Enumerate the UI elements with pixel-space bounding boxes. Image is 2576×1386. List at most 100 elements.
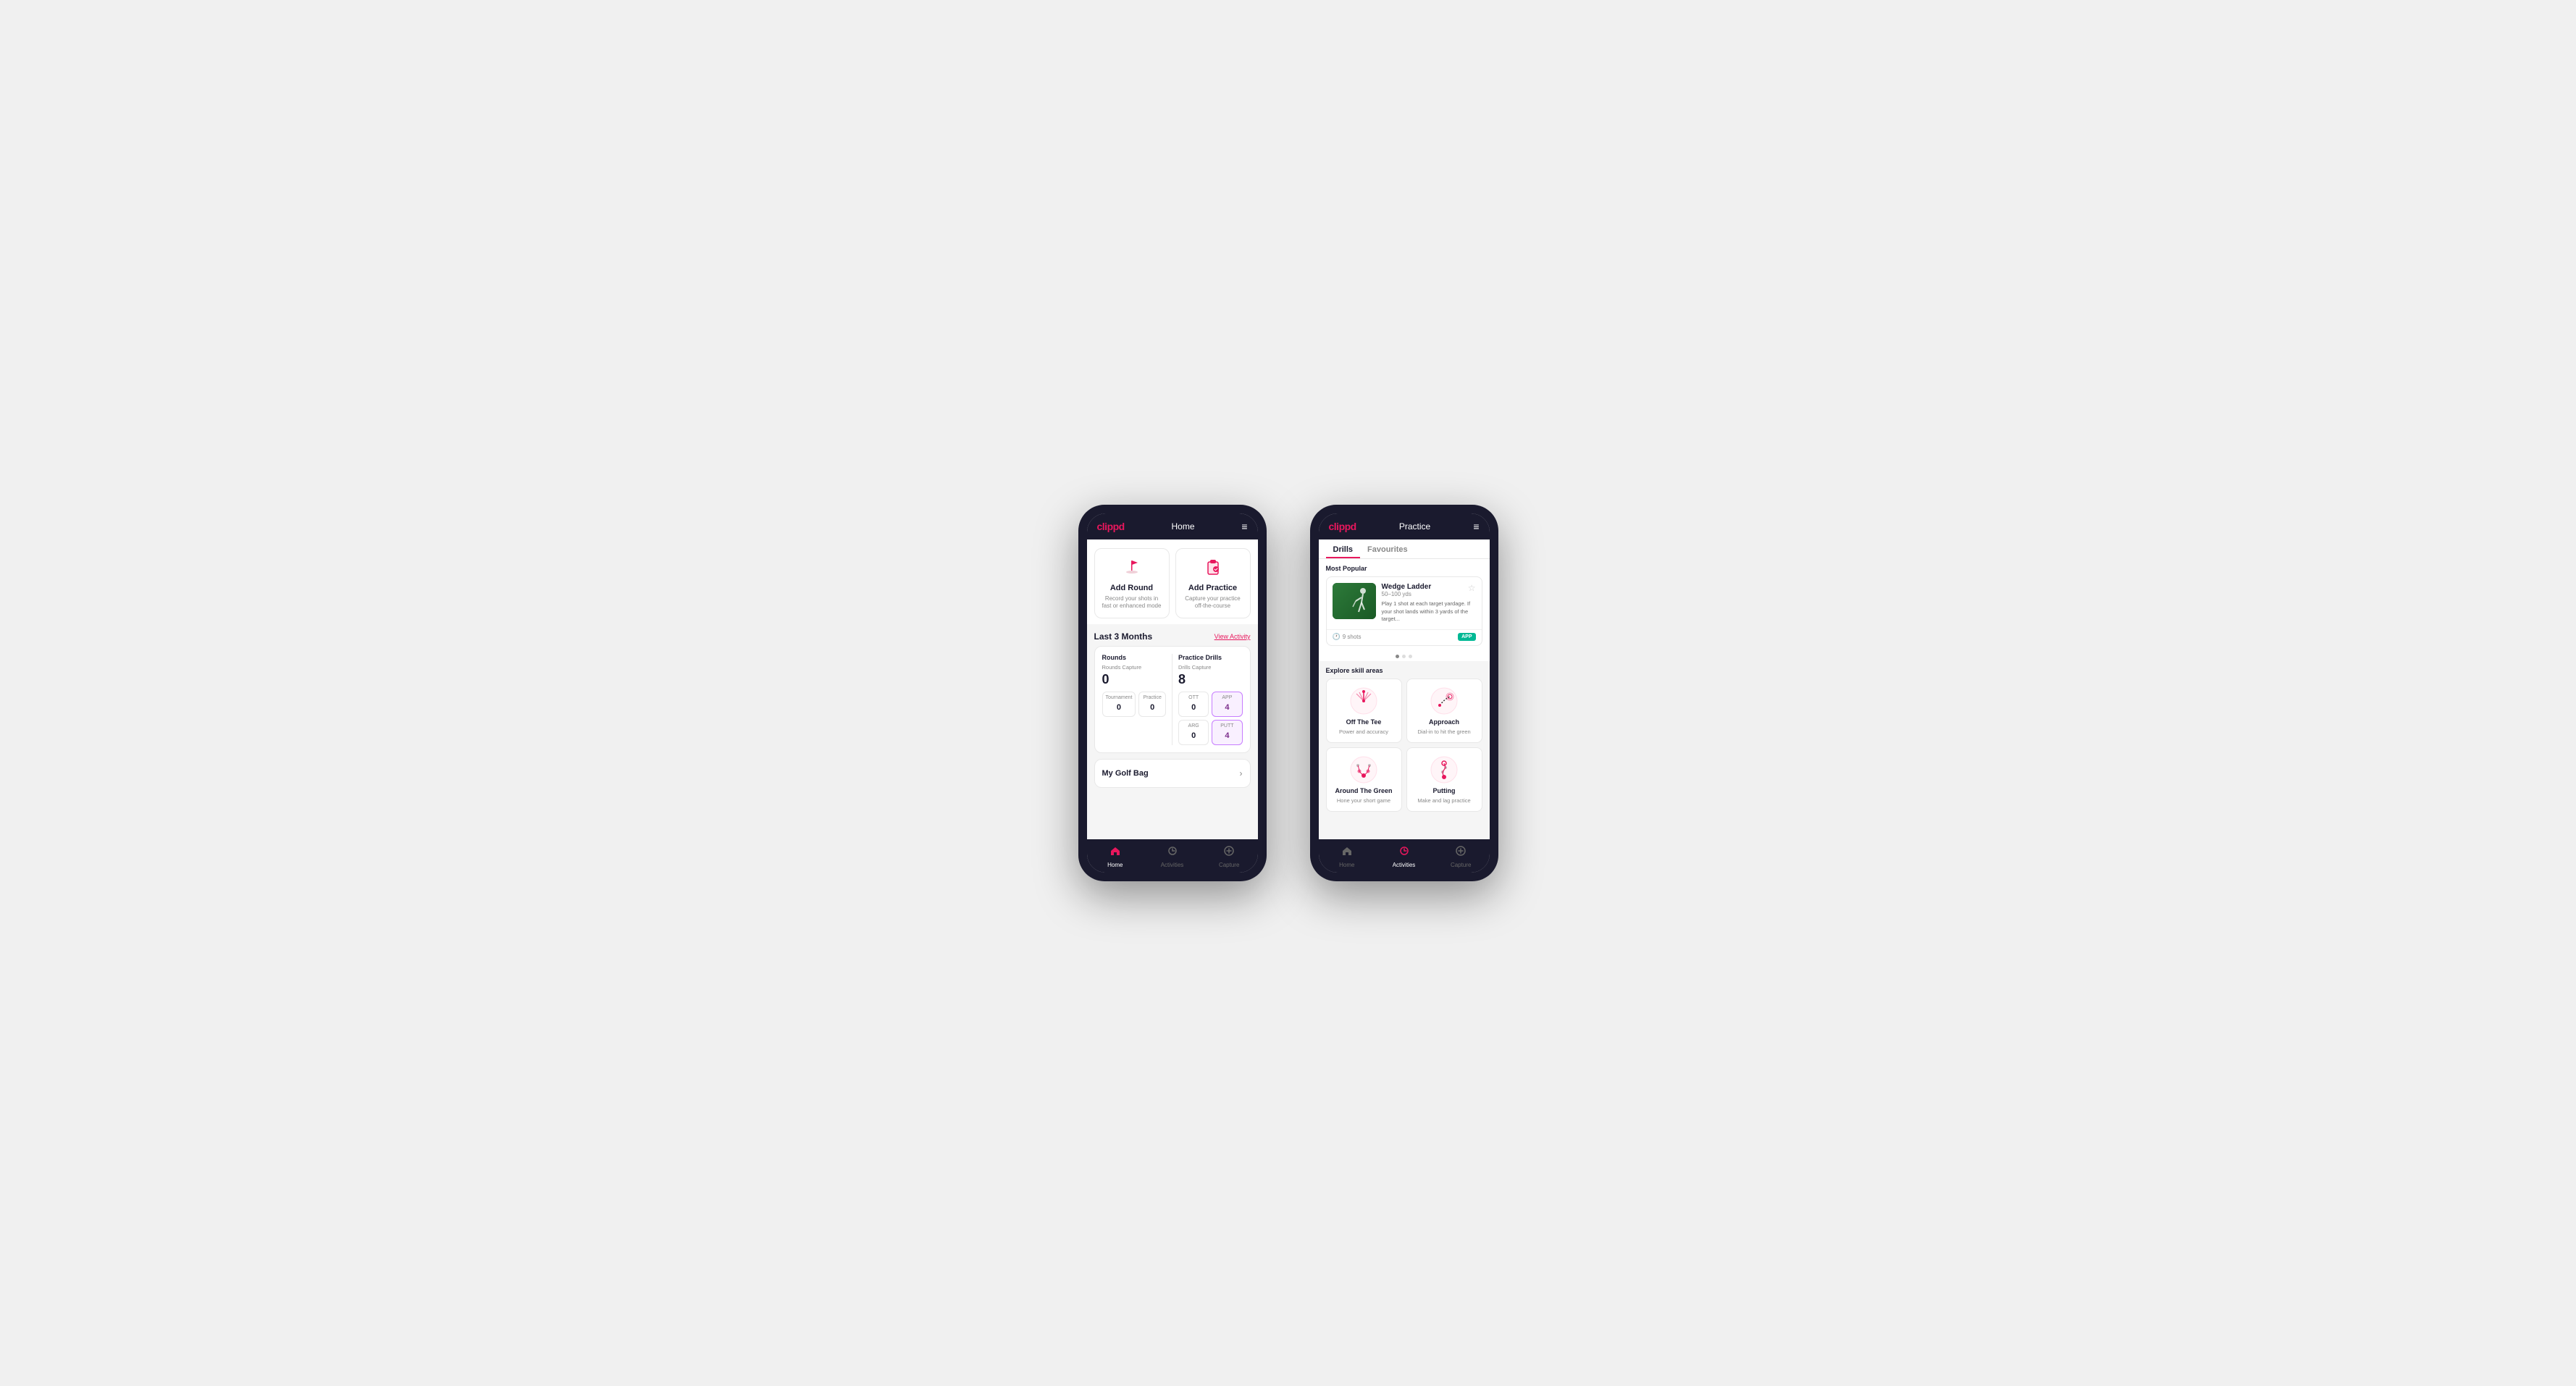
chevron-right-icon: › — [1240, 768, 1243, 778]
practice-menu-icon[interactable]: ≡ — [1473, 521, 1479, 532]
skill-around-green-desc: Hone your short game — [1337, 797, 1390, 804]
dots-indicator — [1319, 652, 1490, 661]
putt-value: 4 — [1225, 731, 1229, 740]
practice-box: Practice 0 — [1138, 692, 1166, 717]
tab-drills[interactable]: Drills — [1326, 539, 1361, 558]
popular-label: Most Popular — [1326, 565, 1482, 572]
approach-icon — [1430, 686, 1459, 715]
phone-home: clippd Home ≡ Add Round Record your shot… — [1078, 505, 1267, 881]
app-label: APP — [1215, 695, 1238, 700]
clock-icon: 🕐 — [1333, 633, 1341, 641]
skill-putting-desc: Make and lag practice — [1417, 797, 1470, 804]
putt-box: PUTT 4 — [1212, 720, 1242, 745]
dot-1 — [1396, 655, 1399, 658]
practice-content: Most Popular — [1319, 559, 1490, 839]
add-practice-desc: Capture your practice off-the-course — [1182, 595, 1244, 610]
ott-label: OTT — [1182, 695, 1205, 700]
practice-header-title: Practice — [1399, 521, 1430, 532]
skill-off-tee-desc: Power and accuracy — [1339, 728, 1388, 735]
putt-label: PUTT — [1215, 723, 1238, 728]
add-practice-card[interactable]: Add Practice Capture your practice off-t… — [1175, 548, 1251, 618]
tabs-bar: Drills Favourites — [1319, 539, 1490, 559]
practice-capture-icon — [1455, 845, 1467, 860]
add-round-title: Add Round — [1110, 584, 1153, 592]
golf-bag-row[interactable]: My Golf Bag › — [1094, 759, 1251, 788]
skill-approach[interactable]: Approach Dial-in to hit the green — [1406, 679, 1482, 743]
nav-capture-label: Capture — [1219, 862, 1239, 868]
skill-label: Explore skill areas — [1326, 667, 1482, 674]
practice-logo: clippd — [1329, 521, 1356, 532]
drill-desc: Play 1 shot at each target yardage. If y… — [1382, 600, 1476, 623]
practice-activities-icon — [1398, 845, 1410, 860]
nav-activities[interactable]: Activities — [1144, 845, 1201, 868]
nav-activities-label: Activities — [1161, 862, 1184, 868]
practice-home-icon — [1341, 845, 1353, 860]
arg-label: ARG — [1182, 723, 1205, 728]
app-logo: clippd — [1097, 521, 1125, 532]
drill-card[interactable]: Wedge Ladder 50–100 yds ☆ Play 1 shot at… — [1326, 576, 1482, 646]
drills-total: 8 — [1178, 672, 1243, 687]
nav-home[interactable]: Home — [1087, 845, 1144, 868]
app-badge: APP — [1458, 633, 1475, 641]
nav-capture[interactable]: Capture — [1201, 845, 1258, 868]
activities-icon — [1167, 845, 1178, 860]
rounds-capture-label: Rounds Capture — [1102, 664, 1167, 671]
skill-off-tee-name: Off The Tee — [1346, 718, 1382, 726]
practice-nav-capture[interactable]: Capture — [1432, 845, 1490, 868]
tournament-label: Tournament — [1106, 695, 1133, 700]
drill-footer: 🕐 9 shots APP — [1327, 629, 1482, 645]
drill-card-body: Wedge Ladder 50–100 yds ☆ Play 1 shot at… — [1327, 577, 1482, 629]
tab-favourites[interactable]: Favourites — [1360, 539, 1415, 558]
app-box: APP 4 — [1212, 692, 1242, 717]
practice-label: Practice — [1142, 695, 1162, 700]
activity-header: Last 3 Months View Activity — [1087, 624, 1258, 646]
drill-name: Wedge Ladder — [1382, 583, 1432, 591]
header-title: Home — [1172, 521, 1195, 532]
star-icon[interactable]: ☆ — [1468, 583, 1476, 593]
practice-value: 0 — [1150, 703, 1154, 712]
drills-col: Practice Drills Drills Capture 8 OTT 0 A… — [1178, 654, 1243, 745]
practice-nav-activities-label: Activities — [1393, 862, 1416, 868]
skill-off-the-tee[interactable]: Off The Tee Power and accuracy — [1326, 679, 1402, 743]
skill-around-green-name: Around The Green — [1335, 787, 1392, 794]
practice-nav-home-label: Home — [1339, 862, 1354, 868]
skill-around-green[interactable]: Around The Green Hone your short game — [1326, 747, 1402, 812]
add-round-card[interactable]: Add Round Record your shots in fast or e… — [1094, 548, 1170, 618]
golf-bag-label: My Golf Bag — [1102, 769, 1149, 778]
skill-approach-desc: Dial-in to hit the green — [1417, 728, 1470, 735]
dot-2 — [1402, 655, 1406, 658]
skill-approach-name: Approach — [1429, 718, 1459, 726]
arg-value: 0 — [1191, 731, 1196, 740]
bottom-nav: Home Activities Capture — [1087, 839, 1258, 873]
practice-bottom-nav: Home Activities Capture — [1319, 839, 1490, 873]
drill-yardage: 50–100 yds — [1382, 591, 1432, 597]
drill-info: Wedge Ladder 50–100 yds ☆ Play 1 shot at… — [1382, 583, 1476, 623]
tournament-box: Tournament 0 — [1102, 692, 1136, 717]
home-content: Add Round Record your shots in fast or e… — [1087, 539, 1258, 839]
practice-header: clippd Practice ≡ — [1319, 513, 1490, 539]
add-practice-title: Add Practice — [1188, 584, 1237, 592]
drill-shots: 🕐 9 shots — [1333, 633, 1362, 641]
drills-title: Practice Drills — [1178, 654, 1243, 661]
app-value: 4 — [1225, 703, 1229, 712]
menu-icon[interactable]: ≡ — [1241, 521, 1247, 532]
ott-value: 0 — [1191, 703, 1196, 712]
home-icon — [1109, 845, 1121, 860]
drill-thumbnail — [1333, 583, 1376, 619]
quick-actions: Add Round Record your shots in fast or e… — [1087, 539, 1258, 624]
add-round-desc: Record your shots in fast or enhanced mo… — [1101, 595, 1163, 610]
view-activity-link[interactable]: View Activity — [1214, 633, 1251, 640]
activity-title: Last 3 Months — [1094, 631, 1153, 642]
nav-home-label: Home — [1107, 862, 1123, 868]
capture-icon — [1223, 845, 1235, 860]
practice-nav-home[interactable]: Home — [1319, 845, 1376, 868]
skill-putting[interactable]: Putting Make and lag practice — [1406, 747, 1482, 812]
app-header: clippd Home ≡ — [1087, 513, 1258, 539]
tournament-value: 0 — [1117, 703, 1121, 712]
rounds-title: Rounds — [1102, 654, 1167, 661]
putting-icon — [1430, 755, 1459, 784]
practice-nav-activities[interactable]: Activities — [1375, 845, 1432, 868]
dot-3 — [1409, 655, 1412, 658]
practice-nav-capture-label: Capture — [1451, 862, 1471, 868]
stats-card: Rounds Rounds Capture 0 Tournament 0 Pra… — [1094, 646, 1251, 753]
